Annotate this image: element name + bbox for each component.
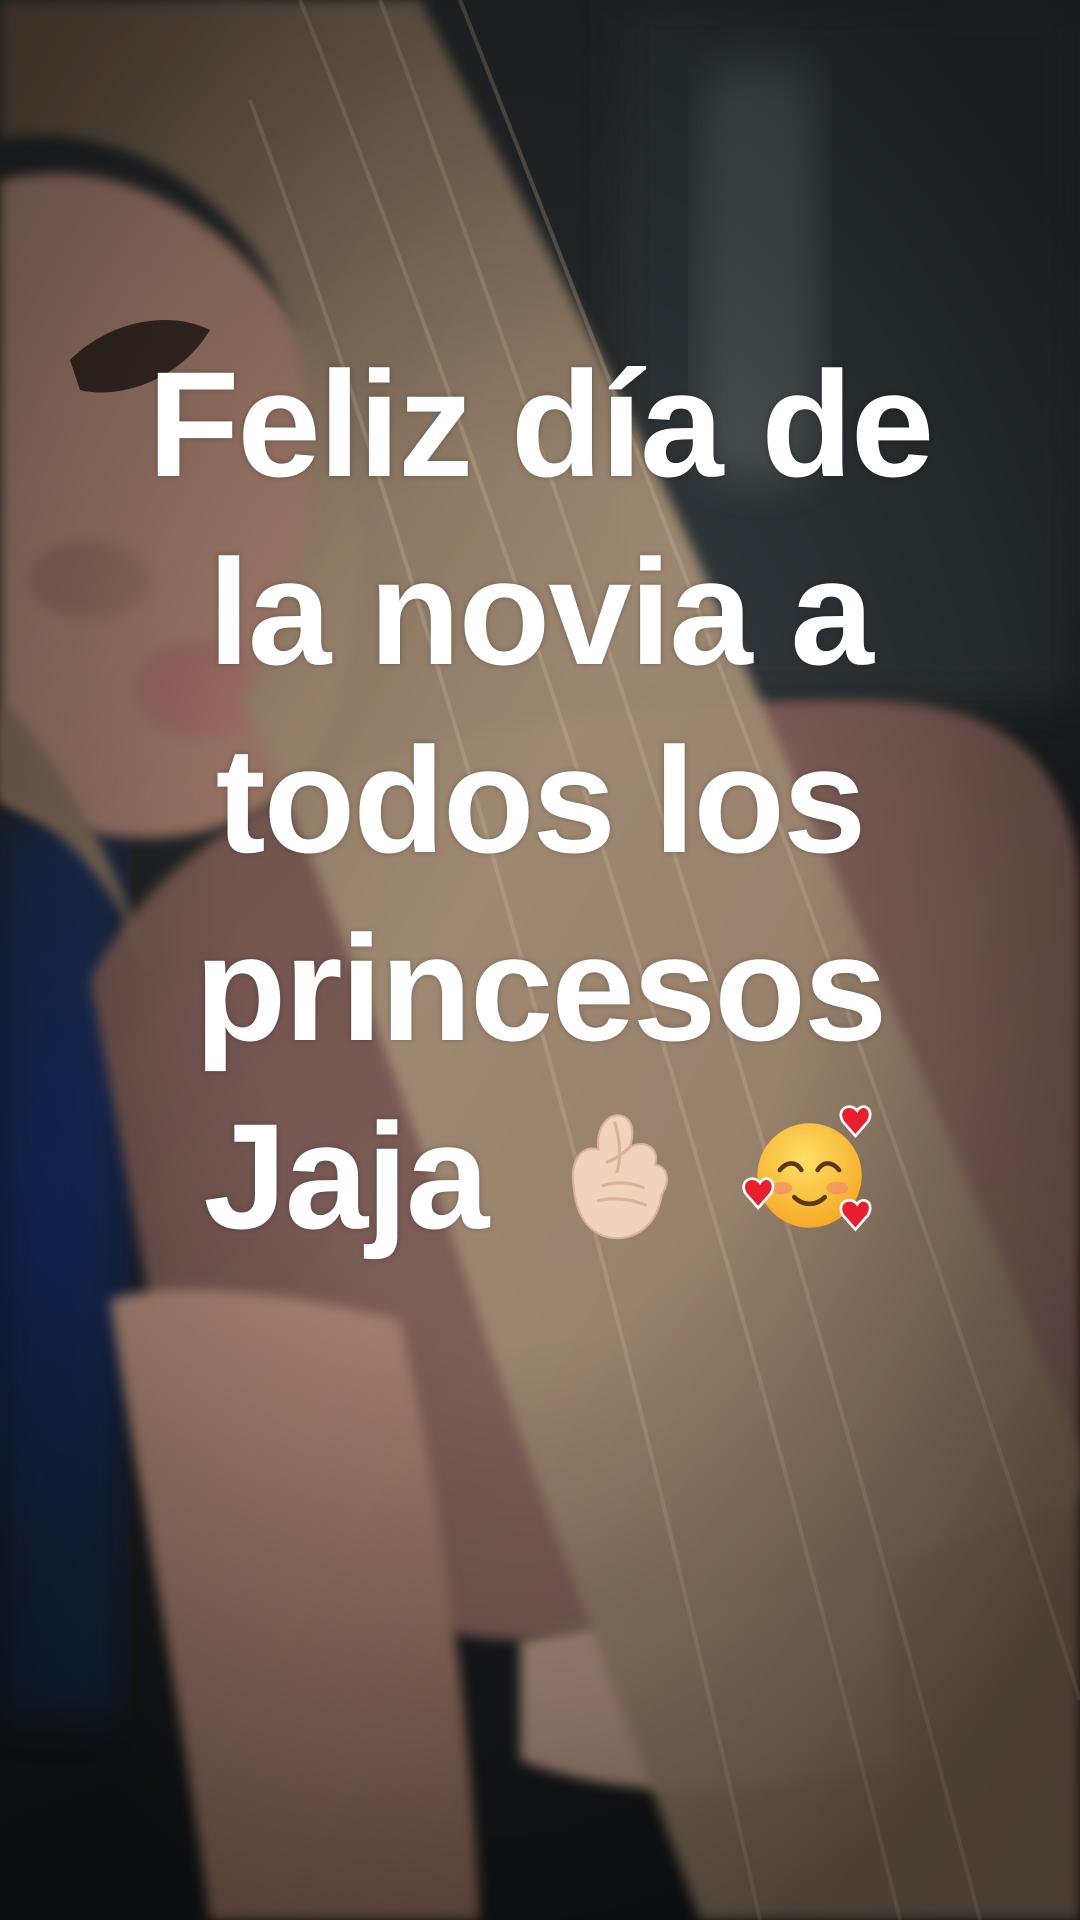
caption-line-5: Jaja: [0, 1082, 1080, 1288]
smiling-face-with-hearts-icon: [742, 1096, 877, 1288]
crossed-fingers-icon: [547, 1096, 682, 1288]
caption-word-jaja: Jaja: [203, 1092, 489, 1260]
caption-text: Feliz día de la novia a todos los prince…: [0, 330, 1080, 1288]
video-frame: Feliz día de la novia a todos los prince…: [0, 0, 1080, 1920]
caption-line-1: Feliz día de: [147, 340, 935, 508]
caption-line-2: la novia a: [208, 528, 874, 696]
caption-line-3: todos los: [215, 716, 867, 884]
caption-line-4: princesos: [194, 904, 888, 1072]
